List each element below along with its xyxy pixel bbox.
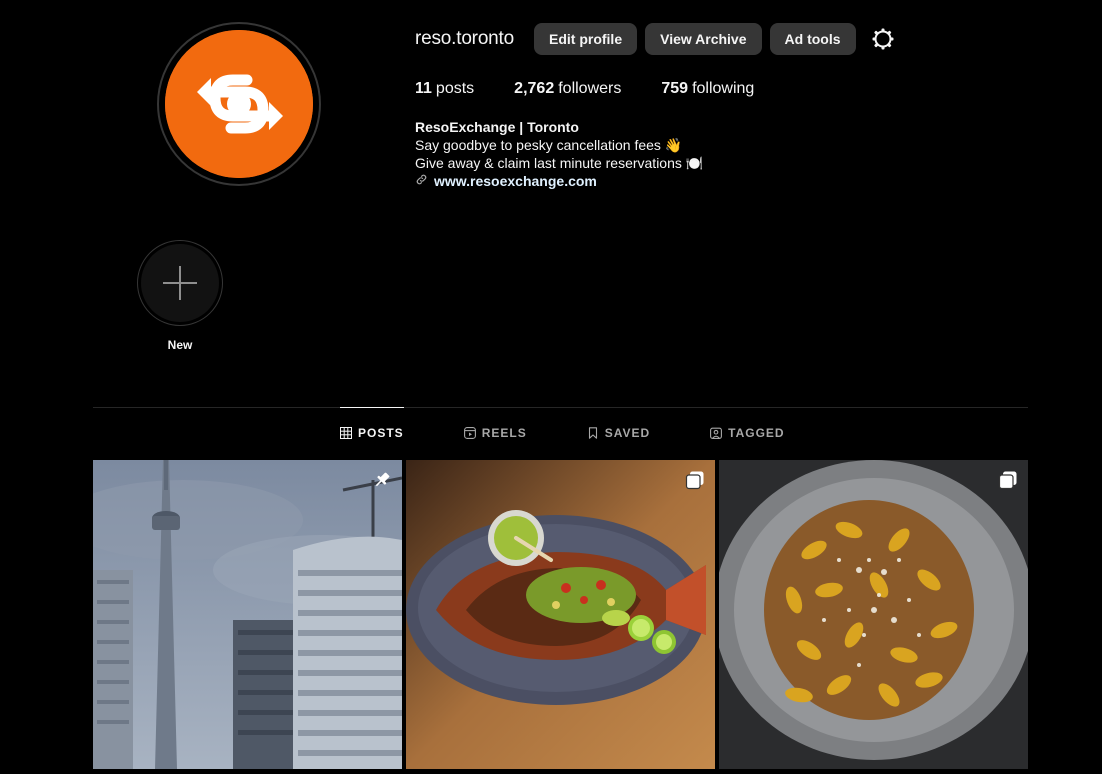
grid-icon xyxy=(340,427,352,439)
link-icon xyxy=(415,172,428,190)
posts-count: 11 posts xyxy=(415,80,475,97)
edit-profile-button[interactable]: Edit profile xyxy=(534,23,638,55)
profile-header: reso.toronto Edit profile View Archive A… xyxy=(415,23,896,55)
cn-tower-photo-icon xyxy=(93,460,402,769)
pin-icon xyxy=(375,472,390,487)
settings-gear-icon[interactable] xyxy=(870,26,896,52)
new-highlight-button[interactable] xyxy=(137,240,223,326)
grilled-fish-photo-icon xyxy=(406,460,715,769)
posts-grid xyxy=(93,460,1028,774)
post-grilled-fish[interactable] xyxy=(406,460,715,769)
view-archive-button[interactable]: View Archive xyxy=(645,23,762,55)
post-cavatelli-pasta[interactable] xyxy=(719,460,1028,769)
tagged-icon xyxy=(710,427,723,439)
plus-icon xyxy=(163,266,197,300)
profile-bio: ResoExchange | Toronto Say goodbye to pe… xyxy=(415,118,703,190)
bio-line-2: Give away & claim last minute reservatio… xyxy=(415,155,704,171)
tab-reels[interactable]: REELS xyxy=(463,407,527,459)
carousel-icon xyxy=(685,471,704,490)
tab-saved[interactable]: SAVED xyxy=(587,407,650,459)
bio-name: ResoExchange | Toronto xyxy=(415,119,579,135)
reso-logo-icon xyxy=(165,30,313,178)
bio-line-1: Say goodbye to pesky cancellation fees 👋 xyxy=(415,137,683,153)
following-count[interactable]: 759 following xyxy=(661,80,754,98)
profile-username: reso.toronto xyxy=(415,28,514,49)
tab-tagged[interactable]: TAGGED xyxy=(710,407,784,459)
highlight-new[interactable]: New xyxy=(137,240,223,352)
tab-posts[interactable]: POSTS xyxy=(340,407,404,459)
profile-avatar[interactable] xyxy=(157,22,321,186)
highlight-label: New xyxy=(167,338,193,352)
pasta-photo-icon xyxy=(719,460,1028,769)
reels-icon xyxy=(463,427,476,439)
bookmark-icon xyxy=(588,427,597,439)
carousel-icon xyxy=(998,471,1017,490)
profile-stats: 11 posts 2,762 followers 759 following xyxy=(415,78,794,100)
ad-tools-button[interactable]: Ad tools xyxy=(769,23,856,55)
bio-website-link[interactable]: www.resoexchange.com xyxy=(434,172,597,190)
post-cn-tower[interactable] xyxy=(93,460,402,769)
profile-tabs: POSTS REELS SAVED TAGGED xyxy=(340,407,845,459)
followers-count[interactable]: 2,762 followers xyxy=(514,80,621,98)
